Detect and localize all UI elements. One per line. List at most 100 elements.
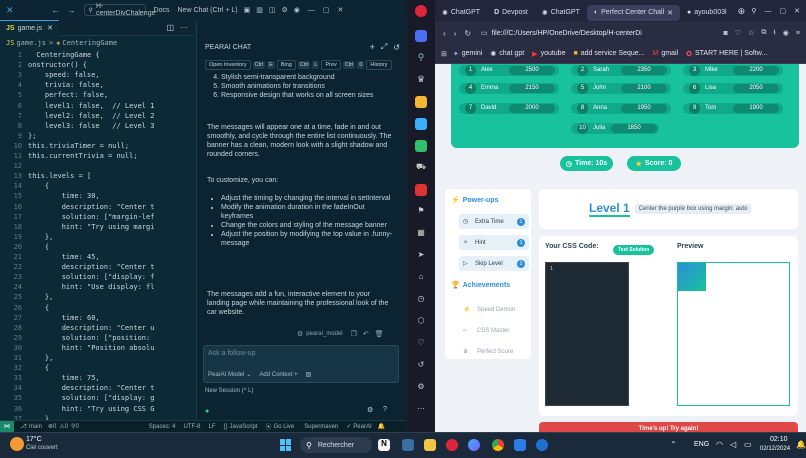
back-arrow-icon[interactable]: ‹ — [443, 29, 446, 38]
minimize-icon[interactable]: — — [308, 7, 315, 14]
new-session-button[interactable]: New Session (^ L) — [205, 388, 254, 394]
url-field[interactable]: file:///C:/Users/HP/OneDrive/Desktop/H-c… — [492, 30, 642, 37]
undo-icon[interactable]: ↶ — [363, 330, 369, 338]
powerup-skip-level[interactable]: ▷ Skip Level 1 — [459, 256, 529, 271]
more-icon[interactable]: ⋯ — [415, 404, 427, 416]
close-tab-icon[interactable]: ✕ — [667, 9, 673, 17]
weather-temp[interactable]: 17°C — [26, 436, 42, 443]
maximize-icon[interactable]: ▢ — [780, 7, 787, 15]
eol-setting[interactable]: LF — [208, 424, 215, 430]
reload-icon[interactable]: ↻ — [464, 29, 471, 38]
heart-icon[interactable]: ♡ — [735, 29, 741, 37]
tab-devpost[interactable]: D Devpost — [487, 5, 535, 21]
chat-input-box[interactable]: Ask a follow-up PearAI Model ⌄ Add Conte… — [203, 345, 399, 383]
more-actions-icon[interactable]: ··· — [180, 23, 188, 32]
volume-icon[interactable]: ◁ — [730, 440, 736, 449]
download-icon[interactable]: ⭳ — [773, 28, 775, 39]
edge-icon[interactable] — [536, 439, 548, 451]
tab-chatgpt[interactable]: ✺ ChatGPT — [435, 5, 487, 21]
bookmark-chatgpt[interactable]: ✺ chat gpt — [490, 50, 524, 58]
account-icon[interactable]: ◉ — [294, 6, 300, 14]
expand-icon[interactable]: ⤢ — [381, 42, 387, 52]
language-mode[interactable]: JavaScript — [230, 424, 258, 430]
opera-taskbar-icon[interactable] — [446, 439, 458, 451]
clock-icon[interactable]: ◷ — [415, 294, 427, 306]
tab-chatgpt-2[interactable]: ✺ ChatGPT — [535, 5, 587, 21]
battery-icon[interactable]: ▭ — [744, 440, 752, 449]
heart-icon[interactable]: ♡ — [415, 338, 427, 350]
bookmark-gemini[interactable]: ✦ gemini — [453, 50, 483, 58]
pearai-status[interactable]: PearAI — [353, 424, 371, 430]
image-icon[interactable]: ▨ — [306, 371, 312, 378]
model-select[interactable]: PearAI Model — [208, 372, 244, 378]
send-icon[interactable]: ➤ — [415, 250, 427, 262]
add-chat-icon[interactable]: + — [370, 42, 375, 52]
supermaven-status[interactable]: Supermaven — [304, 424, 338, 430]
vscode-taskbar-icon[interactable] — [514, 439, 526, 451]
taskbar-search[interactable]: ⚲ Rechercher — [300, 437, 372, 453]
settings-gear-icon[interactable]: ⚙ — [281, 6, 287, 14]
add-context-button[interactable]: Add Context + — [259, 372, 297, 378]
maximize-icon[interactable]: ▢ — [323, 6, 330, 14]
prev-button[interactable]: Prev — [321, 59, 341, 70]
css-editor[interactable]: 1 — [545, 262, 629, 406]
bookmark-sequence[interactable]: ■ add service Seque... — [573, 50, 644, 57]
tab-search-icon[interactable]: ⚲ — [751, 7, 756, 15]
home-icon[interactable]: ⌂ — [415, 272, 427, 284]
minimize-icon[interactable]: — — [765, 8, 772, 15]
clock-date[interactable]: 02/12/2024 — [760, 446, 790, 452]
split-icon[interactable]: ◫ — [269, 6, 276, 14]
music-icon[interactable] — [415, 184, 427, 196]
file-explorer-icon[interactable] — [424, 439, 436, 451]
settings-gear-icon[interactable]: ⚙ — [367, 406, 373, 414]
workspace-icon[interactable] — [415, 30, 427, 42]
docs-button[interactable]: Docs — [154, 7, 170, 14]
bookmark-gmail[interactable]: Mgmail — [653, 50, 679, 57]
start-button-icon[interactable] — [280, 439, 292, 451]
error-count[interactable]: 0 — [53, 424, 56, 430]
car-icon[interactable]: ⛟ — [415, 162, 427, 174]
test-solution-button[interactable]: Test Solution — [613, 245, 655, 255]
notification-bell-icon[interactable]: 🔔 — [796, 440, 806, 449]
encoding-setting[interactable]: UTF-8 — [183, 424, 200, 430]
code-editor[interactable]: JS game.js > ◈ CenteringGame 1 Centering… — [0, 36, 194, 423]
history-button[interactable]: History — [366, 59, 392, 70]
new-chat-button[interactable]: New Chat (Ctrl + L) — [178, 7, 238, 14]
opera-logo-icon[interactable] — [415, 5, 427, 17]
app-taskbar-icon[interactable] — [468, 439, 480, 451]
close-icon[interactable]: ✕ — [338, 6, 344, 14]
task-view-icon[interactable] — [402, 439, 414, 451]
branch-name[interactable]: main — [29, 424, 42, 430]
back-arrow-icon[interactable]: ← — [52, 6, 60, 15]
history-icon[interactable]: ↺ — [415, 360, 427, 372]
powerup-hint[interactable]: ✧ Hint 1 — [459, 235, 529, 250]
profile-icon[interactable]: ◉ — [783, 29, 789, 37]
crown-icon[interactable]: ♛ — [415, 74, 427, 86]
warning-count[interactable]: 0 — [65, 424, 68, 430]
extensions-icon[interactable]: ⧉ — [761, 29, 766, 37]
open-inventory-button[interactable]: Open Inventory — [205, 59, 251, 70]
messenger-icon[interactable] — [415, 118, 427, 130]
tab-github[interactable]: ● ayoub003l — [680, 5, 734, 21]
close-icon[interactable]: ✕ — [794, 7, 800, 15]
bookmark-icon[interactable]: ☆ — [748, 29, 754, 37]
whatsapp-icon[interactable] — [415, 140, 427, 152]
forward-arrow-icon[interactable]: › — [454, 29, 457, 38]
powerup-extra-time[interactable]: ◷ Extra Time 1 — [459, 214, 529, 229]
clock-time[interactable]: 02:10 — [770, 436, 788, 443]
settings-gear-icon[interactable]: ⚙ — [415, 382, 427, 394]
new-tab-icon[interactable]: ⊕ — [738, 6, 746, 17]
command-search-box[interactable]: ⚲ H-centerDivChalenge — [83, 3, 156, 17]
app-icon[interactable] — [415, 96, 427, 108]
bing-button[interactable]: Bing — [276, 59, 296, 70]
forward-arrow-icon[interactable]: → — [68, 6, 76, 15]
weather-desc[interactable]: Ciel couvert — [26, 445, 58, 451]
help-icon[interactable]: ? — [383, 406, 387, 413]
layout2-icon[interactable]: ▥ — [256, 6, 263, 14]
tab-perfect-center[interactable]: ◐ Perfect Center Chall ✕ — [586, 4, 681, 21]
bookmark-youtube[interactable]: ▶ youtube — [532, 50, 565, 58]
copy-icon[interactable]: ❐ — [351, 330, 357, 338]
search-icon[interactable]: ⚲ — [415, 52, 427, 64]
weather-icon[interactable] — [10, 437, 24, 451]
trash-icon[interactable]: 🗑 — [375, 330, 384, 338]
